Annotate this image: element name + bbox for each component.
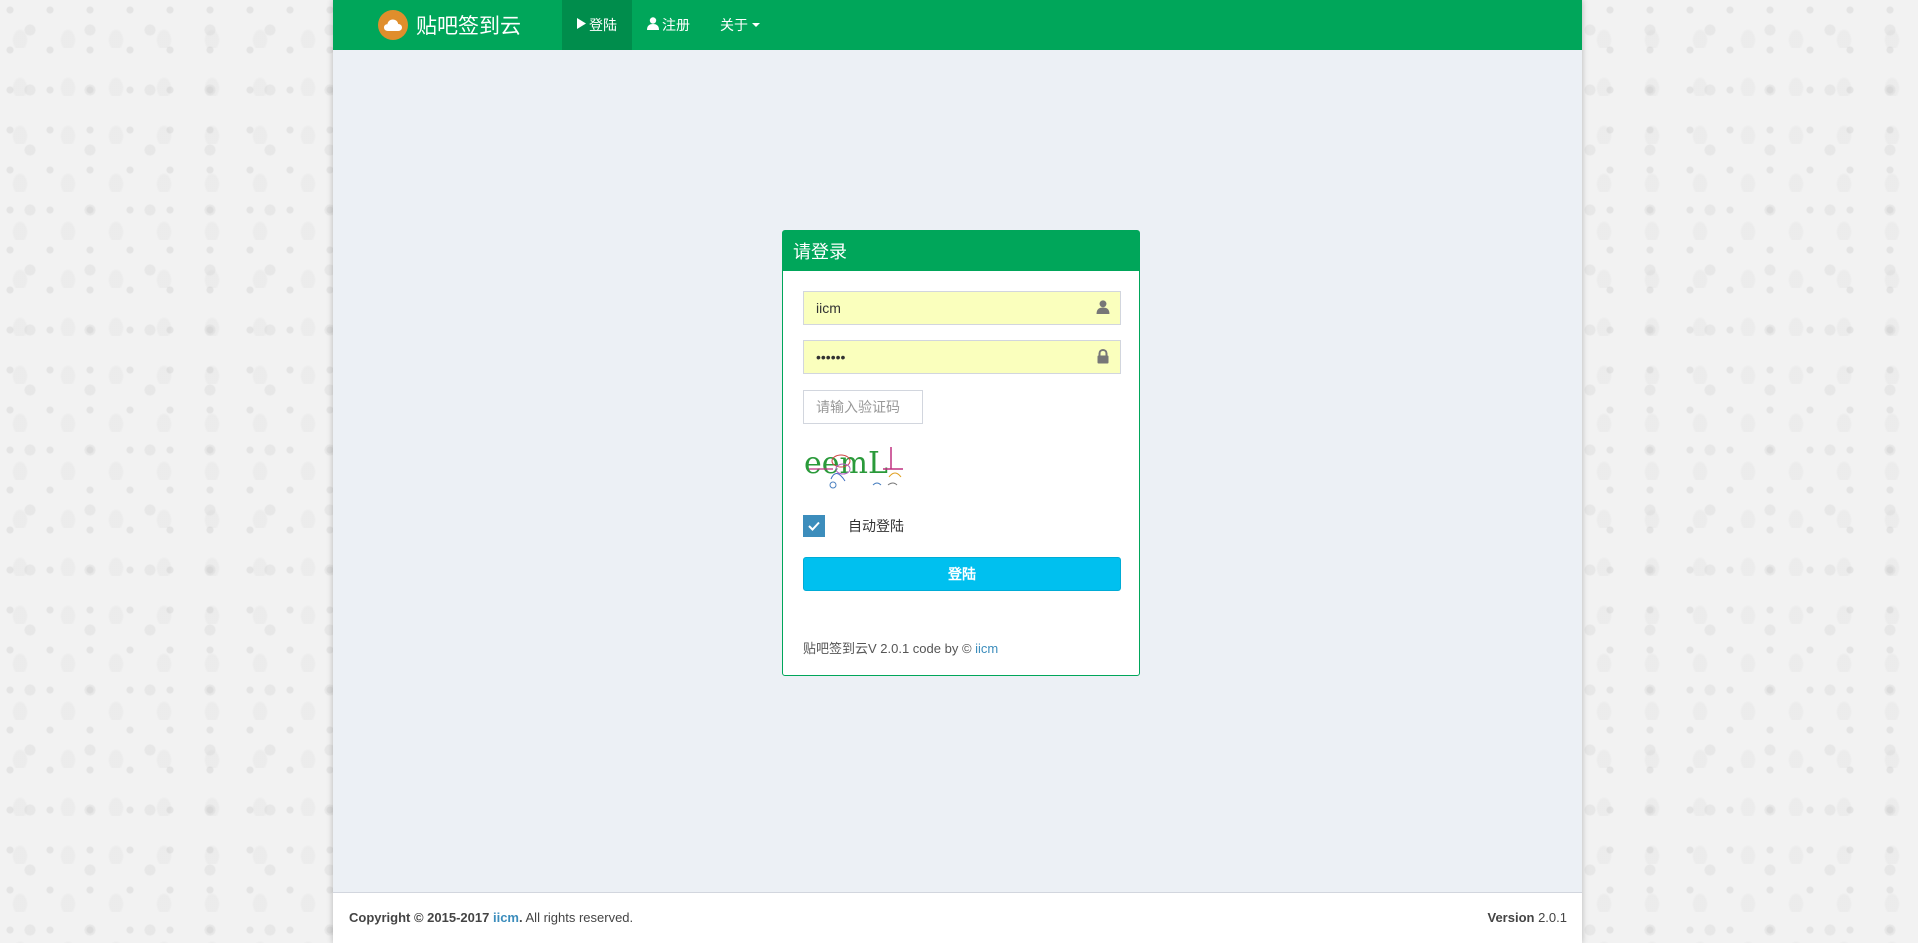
nav-about-label: 关于 bbox=[720, 17, 748, 33]
login-title: 请登录 bbox=[783, 231, 1139, 271]
username-input[interactable] bbox=[804, 292, 1098, 324]
version-label: Version bbox=[1487, 910, 1535, 925]
copyright: Copyright © 2015-2017 iicm. All rights r… bbox=[349, 910, 634, 925]
captcha-char: eemL bbox=[804, 446, 888, 481]
cloud-logo-icon bbox=[378, 10, 408, 40]
login-box: 请登录 eemL bbox=[782, 230, 1140, 676]
lock-icon bbox=[1096, 348, 1112, 365]
captcha-input[interactable] bbox=[803, 390, 923, 424]
author-link[interactable]: iicm bbox=[975, 641, 998, 656]
user-icon bbox=[1096, 300, 1112, 316]
main-nav: 登陆 注册 关于 bbox=[562, 0, 775, 50]
password-input[interactable] bbox=[804, 341, 1098, 373]
copyright-prefix: Copyright © 2015-2017 bbox=[349, 910, 493, 925]
captcha-image[interactable]: eemL bbox=[803, 439, 903, 489]
version-value: 2.0.1 bbox=[1534, 910, 1567, 925]
copyright-suffix: All rights reserved. bbox=[522, 910, 634, 925]
play-icon bbox=[577, 18, 586, 32]
brand-title: 贴吧签到云 bbox=[416, 15, 521, 38]
nav-login[interactable]: 登陆 bbox=[562, 0, 632, 50]
auto-login-label: 自动登陆 bbox=[848, 518, 904, 534]
version-text: 2.0.1 code by © bbox=[876, 641, 976, 656]
login-box-footer: 贴吧签到云V 2.0.1 code by © iicm bbox=[803, 638, 998, 657]
page-wrapper: 贴吧签到云 登陆 注册 关于 请登录 iicm 请输入验证码 eemL 自动登陆… bbox=[333, 0, 1582, 943]
login-button[interactable]: 登陆 bbox=[803, 557, 1121, 591]
top-navbar: 贴吧签到云 登陆 注册 关于 bbox=[333, 0, 1582, 50]
version-info: Version 2.0.1 bbox=[1488, 910, 1568, 925]
copyright-link[interactable]: iicm bbox=[493, 910, 519, 925]
page-footer: Copyright © 2015-2017 iicm. All rights r… bbox=[333, 892, 1582, 943]
caret-down-icon bbox=[752, 23, 760, 27]
product-name: 贴吧签到云V bbox=[803, 641, 877, 656]
auto-login-checkbox[interactable] bbox=[803, 515, 825, 537]
user-icon bbox=[647, 17, 659, 33]
password-field-wrap bbox=[803, 340, 1121, 374]
brand-link[interactable]: 贴吧签到云 bbox=[378, 0, 521, 50]
nav-about-dropdown[interactable]: 关于 bbox=[705, 0, 775, 50]
nav-login-label: 登陆 bbox=[589, 17, 617, 33]
nav-register[interactable]: 注册 bbox=[632, 0, 705, 50]
username-field-wrap bbox=[803, 291, 1121, 325]
nav-register-label: 注册 bbox=[662, 17, 690, 33]
